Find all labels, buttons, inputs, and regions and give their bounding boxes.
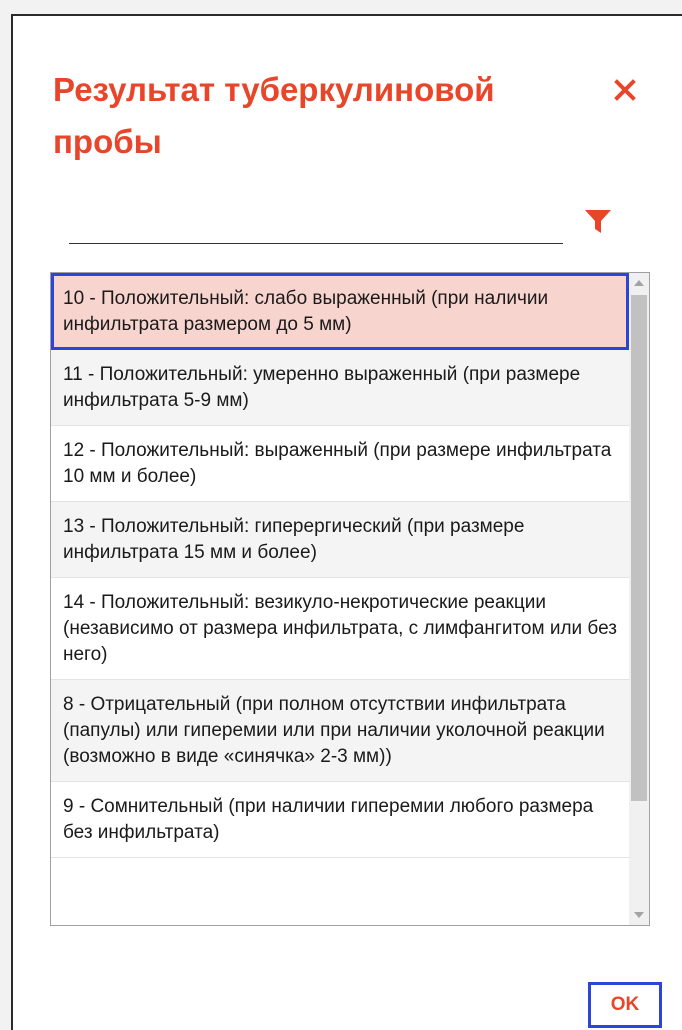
filter-input[interactable] [69,200,563,244]
list-item[interactable]: 9 - Сомнительный (при наличии гиперемии … [51,782,629,858]
scrollbar[interactable] [629,273,649,925]
scroll-down-button[interactable] [629,905,649,925]
close-button[interactable] [613,78,637,102]
dialog: Результат туберкулиновой пробы 10 - Поло… [11,14,682,1030]
options-list-items: 10 - Положительный: слабо выраженный (пр… [51,273,629,858]
options-list[interactable]: 10 - Положительный: слабо выраженный (пр… [50,272,650,926]
list-item[interactable]: 10 - Положительный: слабо выраженный (пр… [51,273,629,350]
filter-icon [585,210,611,233]
scroll-up-button[interactable] [629,273,649,293]
dialog-title: Результат туберкулиновой пробы [53,71,495,160]
scroll-down-icon [634,912,644,918]
list-item[interactable]: 14 - Положительный: везикуло-некротическ… [51,578,629,680]
list-item[interactable]: 12 - Положительный: выраженный (при разм… [51,426,629,502]
filter-button[interactable] [583,206,613,236]
close-icon [614,79,636,101]
scroll-thumb[interactable] [631,295,647,801]
ok-button[interactable]: OK [588,982,662,1028]
filter-row [69,200,621,246]
list-item[interactable]: 11 - Положительный: умеренно выраженный … [51,350,629,426]
list-item[interactable]: 13 - Положительный: гиперергический (при… [51,502,629,578]
scroll-up-icon [634,280,644,286]
list-item[interactable]: 8 - Отрицательный (при полном отсутствии… [51,680,629,782]
